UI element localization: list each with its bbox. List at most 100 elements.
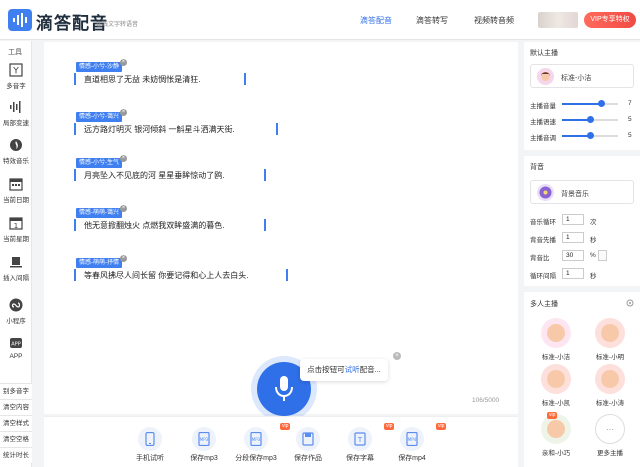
segment-end-marker	[264, 219, 266, 231]
sidebar-bottom-clear-space[interactable]: 清空空格	[0, 431, 32, 447]
bgm-avatar	[537, 184, 554, 201]
waveform-logo-icon	[8, 9, 32, 31]
bgm-lead-row: 背音先播 1 秒	[530, 232, 597, 244]
bgm-ratio-input[interactable]: 30	[562, 250, 584, 261]
tag-close-icon[interactable]: ×	[120, 205, 127, 212]
girl-avatar-icon	[541, 72, 550, 81]
sentence-text[interactable]: 他无意掀翻烛火 点燃我双眸盛满的暮色.	[84, 220, 224, 231]
save-subtitle-button[interactable]: Tvip 保存字幕	[330, 423, 395, 463]
segment-save-mp3-button[interactable]: MP3 vip 分段保存mp3	[226, 423, 291, 463]
nav-dida-peiyin[interactable]: 滴答配音	[360, 15, 392, 26]
anchor-avatar	[547, 324, 565, 342]
bgm-loop-input[interactable]: 1	[562, 214, 584, 225]
volume-slider[interactable]: 主播音量 7	[530, 99, 638, 110]
week-calendar-icon: 1	[9, 217, 23, 230]
tooltip-highlight: 试听	[344, 365, 360, 374]
bgm-loop-row: 音乐循环 1 次	[530, 214, 597, 226]
emotion-tag[interactable]: 情感-萌萌-抒情	[76, 258, 122, 268]
tag-close-icon[interactable]: ×	[120, 155, 127, 162]
settings-gear-icon[interactable]	[626, 299, 634, 307]
save-work-button[interactable]: 保存作品	[278, 427, 338, 463]
sidebar-item-app[interactable]: APP APP	[0, 336, 32, 360]
multi-anchor-xiaoming[interactable]: 标准-小明	[584, 318, 636, 361]
multi-anchor-xiaokai[interactable]: 标准-小凯	[530, 364, 582, 407]
sidebar-item-local-speed[interactable]: 局部变速	[0, 100, 32, 127]
nav-dida-zhuanxie[interactable]: 滴答转写	[416, 15, 448, 26]
bgm-card[interactable]: 背景音乐	[530, 180, 634, 204]
vip-button[interactable]: VIP专享特权	[584, 12, 636, 28]
sidebar-item-mini-program[interactable]: 小程序	[0, 298, 32, 325]
svg-text:MP3: MP3	[252, 437, 261, 442]
pitch-slider[interactable]: 主播音调 5	[530, 131, 638, 142]
sentence-text[interactable]: 月亮坠入不见底的河 星星垂眸惊动了鸥.	[84, 170, 224, 181]
tag-close-icon[interactable]: ×	[120, 109, 127, 116]
sidebar-item-label: 局部变速	[3, 120, 29, 127]
more-anchors-button[interactable]: ··· 更多主播	[584, 414, 636, 457]
speed-slider[interactable]: 主播语速 5	[530, 115, 638, 126]
slider-knob[interactable]	[586, 132, 594, 139]
sidebar-item-current-date[interactable]: 当前日期	[0, 177, 32, 204]
anchor-name: 标准-小洁	[561, 75, 592, 82]
bgm-interval-input[interactable]: 1	[562, 268, 584, 279]
sidebar-item-polyphone[interactable]: Y 多音字	[0, 63, 32, 90]
mp3-file-icon: MP3	[250, 432, 262, 446]
fire-icon	[10, 139, 22, 151]
slider-knob[interactable]	[586, 116, 594, 123]
emotion-tag[interactable]: 情感-小兮-沙静	[76, 62, 122, 72]
nav-video-to-audio[interactable]: 视频转音频	[474, 15, 514, 26]
multi-anchor-xiaoqiao[interactable]: vip 亲和-小巧	[530, 412, 582, 457]
sidebar-bottom-clear-style[interactable]: 清空样式	[0, 415, 32, 431]
anchor-avatar	[547, 420, 565, 438]
segment-end-marker	[264, 169, 266, 181]
svg-text:Y: Y	[12, 67, 19, 77]
save-mp4-button[interactable]: MP4 vip 保存mp4	[382, 423, 447, 463]
tooltip-close-icon[interactable]: ×	[393, 352, 401, 360]
sidebar-item-effect-music[interactable]: 特效音乐	[0, 138, 32, 165]
default-anchor-card[interactable]: 标准-小洁	[530, 64, 634, 88]
tag-close-icon[interactable]: ×	[120, 255, 127, 262]
vip-badge: vip	[436, 423, 447, 430]
sidebar-item-current-week[interactable]: 1 当前星期	[0, 216, 32, 243]
svg-text:MP3: MP3	[200, 437, 209, 442]
emotion-tag[interactable]: 情感-萌萌-蔼兴	[76, 208, 122, 218]
svg-text:APP: APP	[11, 342, 20, 348]
sidebar-bottom-duration[interactable]: 统计时长	[0, 447, 32, 463]
speed-wave-icon	[10, 101, 21, 113]
microphone-icon	[275, 376, 293, 401]
sidebar-item-label: 特效音乐	[3, 158, 29, 165]
bgm-ratio-stepper[interactable]	[598, 250, 607, 261]
tag-close-icon[interactable]: ×	[120, 59, 127, 66]
emotion-tag[interactable]: 情感-小兮-生气	[76, 158, 122, 168]
sidebar-item-insert-pause[interactable]: 插入间隔	[0, 255, 32, 282]
save-icon	[302, 432, 314, 446]
char-counter: 106/5000	[472, 397, 500, 404]
phone-icon	[145, 432, 155, 446]
segment-start-marker	[74, 219, 76, 231]
slider-knob[interactable]	[597, 100, 605, 107]
segment-start-marker	[74, 269, 76, 281]
app-icon: APP	[10, 338, 22, 348]
sentence-text[interactable]: 远方路灯明灭 银河倾斜 一斛星斗洒满天街.	[84, 124, 235, 135]
multi-anchor-xiaotao[interactable]: 标准-小涛	[584, 364, 636, 407]
segment-start-marker	[74, 123, 76, 135]
sidebar-bottom-polyphone[interactable]: 别多音字	[0, 383, 32, 399]
segment-end-marker	[286, 269, 288, 281]
segment-start-marker	[74, 73, 76, 85]
sidebar-item-label: 当前日期	[3, 197, 29, 204]
save-mp3-button[interactable]: MP3 保存mp3	[174, 427, 234, 463]
multi-anchor-xiaojie[interactable]: 标准-小洁	[530, 318, 582, 361]
anchor-avatar	[601, 370, 619, 388]
more-dots-icon: ···	[606, 425, 614, 434]
anchor-avatar	[537, 68, 554, 85]
bgm-lead-input[interactable]: 1	[562, 232, 584, 243]
phone-preview-button[interactable]: 手机试听	[120, 427, 180, 463]
bgm-interval-row: 循环间隔 1 秒	[530, 268, 597, 280]
user-avatar[interactable]	[538, 12, 578, 28]
multi-anchor-title: 多人主播	[530, 301, 558, 308]
sidebar-title: 工具	[8, 49, 22, 56]
sidebar-bottom-clear-content[interactable]: 清空内容	[0, 399, 32, 415]
sentence-text[interactable]: 等春风拂尽人间长留 你要记得和心上人去白头.	[84, 270, 248, 281]
sentence-text[interactable]: 直道相思了无益 未妨惆怅是清狂.	[84, 74, 200, 85]
bgm-ratio-row: 背音比 30 %	[530, 250, 638, 262]
emotion-tag[interactable]: 情感-小兮-蔼兴	[76, 112, 122, 122]
